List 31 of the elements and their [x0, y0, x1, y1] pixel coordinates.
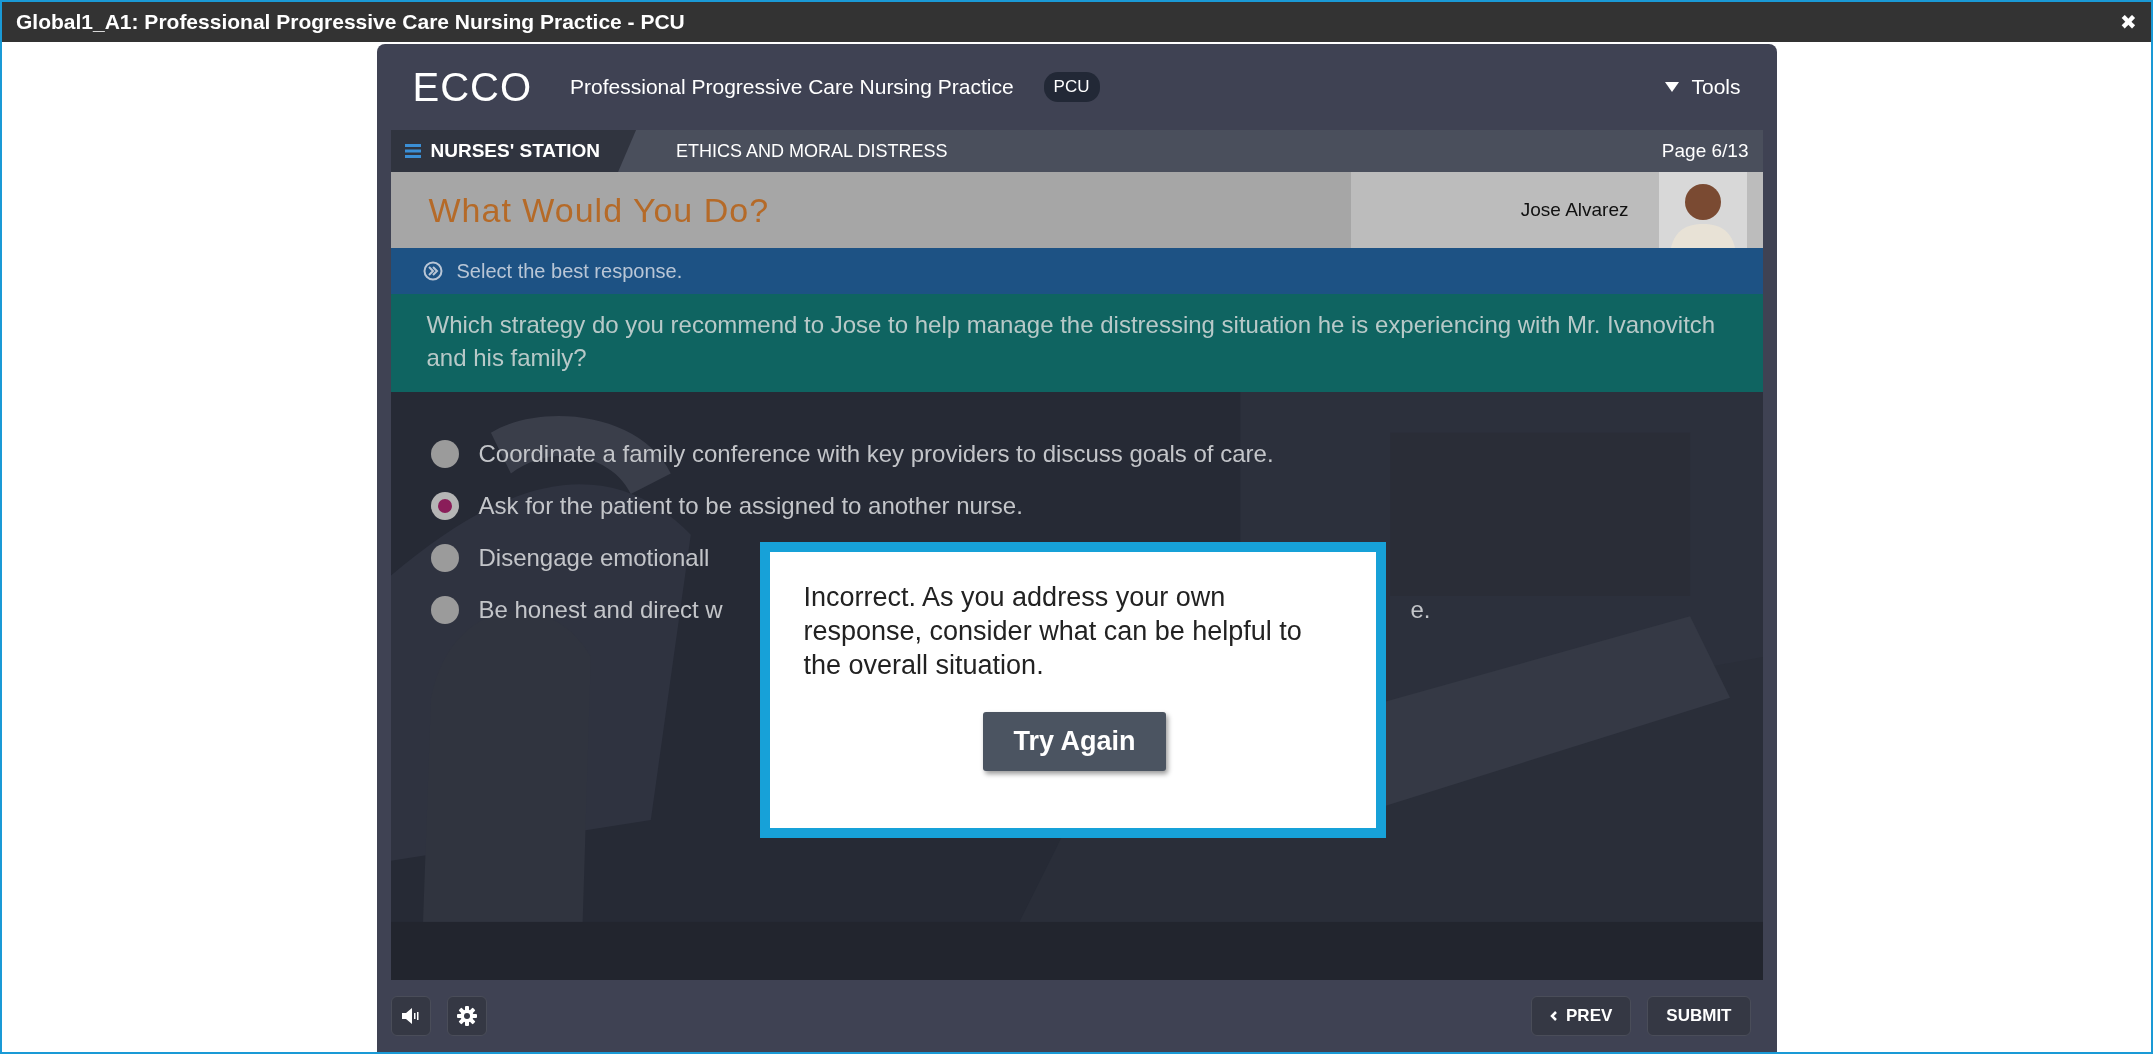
course-badge: PCU — [1043, 72, 1100, 102]
option-text[interactable]: Be honest and direct w — [478, 596, 723, 624]
instruction-text: Select the best response. — [456, 259, 683, 283]
forward-icon — [422, 261, 443, 281]
banner-title: What Would You Do? — [428, 190, 770, 230]
option-text[interactable]: Ask for the patient to be assigned to another nurse. — [478, 492, 1023, 520]
page-number: Page 6/13 — [1661, 140, 1749, 162]
feedback-message: Incorrect. As you address your own response, consider what can be helpful to the overall situation. — [803, 581, 1303, 682]
settings-button[interactable] — [446, 996, 487, 1036]
avatar-icon — [1658, 172, 1747, 248]
section-title: ETHICS AND MORAL DISTRESS — [676, 140, 948, 162]
window-title: Global1_A1: Professional Progressive Care Nursing Practice - PCU — [16, 10, 685, 34]
prev-button[interactable]: PREV — [1531, 996, 1632, 1036]
course-title: Professional Progressive Care Nursing Practice — [570, 75, 1014, 99]
person-name: Jose Alvarez — [1520, 199, 1629, 221]
option-text[interactable]: Disengage emotionall — [478, 544, 710, 572]
chevron-left-icon — [1550, 1011, 1559, 1021]
try-again-button[interactable]: Try Again — [983, 712, 1166, 771]
speaker-icon — [401, 1008, 420, 1024]
question-text: Which strategy do you recommend to Jose to help manage the distressing situation he is experiencing with Mr. Ivanovitch and his family? — [426, 311, 1716, 371]
submit-button[interactable]: SUBMIT — [1647, 996, 1751, 1036]
nurses-station-tab[interactable]: NURSES' STATION — [390, 130, 637, 172]
close-button[interactable]: ✖ — [2120, 10, 2137, 34]
option-text[interactable]: Coordinate a family conference with key providers to discuss goals of care. — [478, 440, 1274, 468]
menu-icon — [404, 144, 421, 158]
volume-button[interactable] — [390, 996, 431, 1036]
option-text: e. — [1410, 596, 1431, 624]
logo: ECCO — [412, 64, 533, 110]
caret-icon — [1665, 82, 1680, 92]
tools-menu[interactable]: Tools — [1659, 74, 1747, 100]
settings-icon — [456, 1006, 477, 1026]
